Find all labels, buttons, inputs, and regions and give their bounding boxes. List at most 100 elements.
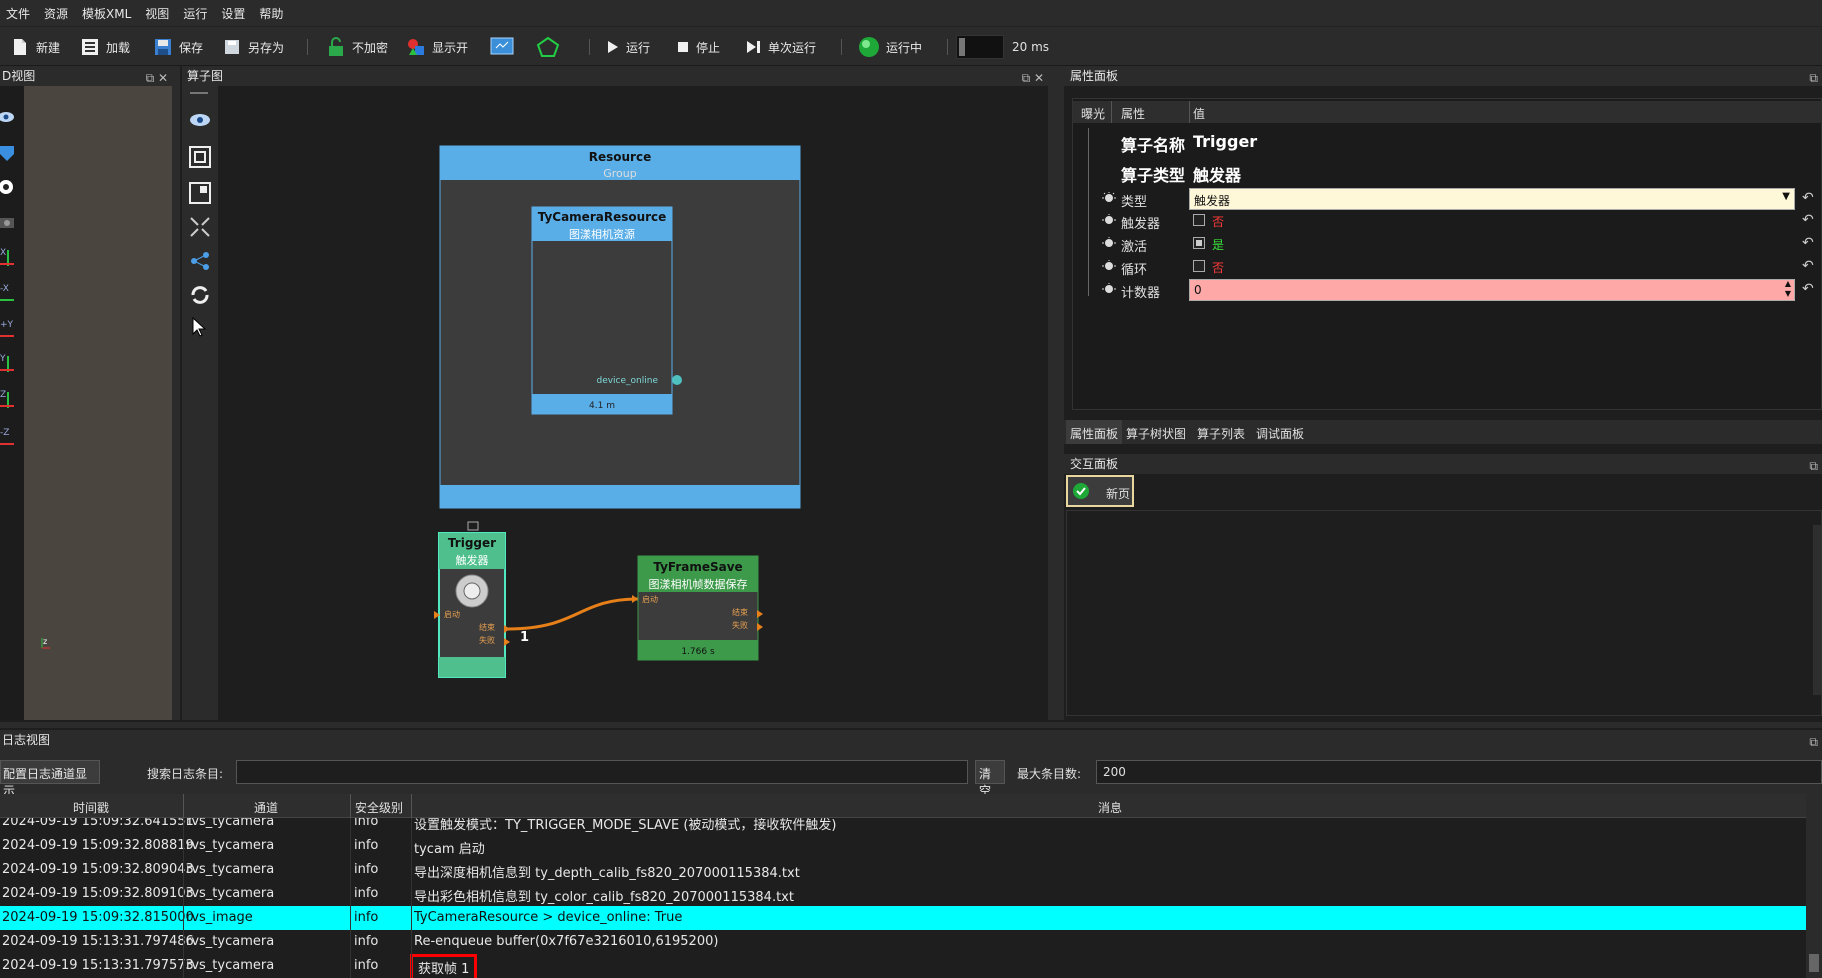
menu-template-xml[interactable]: 模板XML xyxy=(76,5,139,22)
polygon-button[interactable] xyxy=(536,35,560,59)
trigger-done-port[interactable] xyxy=(504,625,510,633)
trigger-fail-port[interactable] xyxy=(504,638,510,646)
pointer-icon[interactable] xyxy=(191,316,207,338)
reset-icon[interactable]: ↶ xyxy=(1802,190,1814,206)
dock-float-close-icon[interactable]: ⧉ ✕ xyxy=(146,68,168,88)
axis-minus-x-icon[interactable]: -X xyxy=(0,282,18,304)
refresh-icon[interactable] xyxy=(189,284,211,306)
new-button[interactable]: 新建 xyxy=(10,35,60,59)
tab-debug-panel[interactable]: 调试面板 xyxy=(1256,425,1304,442)
eye-icon[interactable] xyxy=(189,112,211,128)
trigger-checkbox[interactable] xyxy=(1193,214,1205,226)
chevron-down-icon[interactable]: ▼ xyxy=(1782,191,1790,202)
log-row[interactable]: 2024-09-19 15:09:32.808819 rvs_tycamera … xyxy=(0,834,1806,858)
col-message[interactable]: 消息 xyxy=(1098,799,1122,816)
type-select[interactable]: 触发器 ▼ xyxy=(1189,188,1795,210)
log-row-selected[interactable]: 2024-09-19 15:09:32.815000 rvs_image inf… xyxy=(0,906,1806,930)
axis-plus-y-icon[interactable]: +Y xyxy=(0,318,18,340)
running-status[interactable]: 运行中 xyxy=(858,35,922,59)
dock-float-close-icon[interactable]: ⧉ ✕ xyxy=(1022,68,1044,88)
search-input[interactable] xyxy=(236,760,968,784)
operator-graph-canvas[interactable]: Resource Group TyCameraResource 图漾相机资源 d… xyxy=(218,90,1048,720)
framesave-input-port[interactable] xyxy=(632,595,638,603)
target-icon[interactable] xyxy=(0,179,16,195)
single-run-button[interactable]: 单次运行 xyxy=(746,35,816,59)
save-as-button[interactable]: 另存为 xyxy=(222,35,284,59)
display-button[interactable] xyxy=(490,35,514,59)
tab-operator-tree[interactable]: 算子树状图 xyxy=(1126,425,1186,442)
reset-icon[interactable]: ↶ xyxy=(1802,235,1814,251)
menu-resource[interactable]: 资源 xyxy=(38,5,76,22)
trigger-node[interactable]: Trigger 触发器 启动 结束 失败 xyxy=(434,521,510,678)
log-row[interactable]: 2024-09-19 15:09:32.641551 rvs_tycamera … xyxy=(0,818,1806,834)
expose-bulb-icon[interactable] xyxy=(1102,237,1116,251)
expose-bulb-icon[interactable] xyxy=(1102,260,1116,274)
view3d-canvas[interactable]: z xyxy=(24,86,172,720)
fit-view-icon[interactable] xyxy=(189,146,211,168)
panel-splitter[interactable] xyxy=(172,66,180,720)
axis-minus-z-icon[interactable]: -Z xyxy=(0,426,18,448)
axis-plus-x-icon[interactable]: X xyxy=(0,246,18,268)
log-scrollbar[interactable] xyxy=(1806,794,1822,978)
menu-help[interactable]: 帮助 xyxy=(253,5,291,22)
load-button[interactable]: 加载 xyxy=(80,35,130,59)
col-level[interactable]: 安全级别 xyxy=(355,799,403,816)
collapse-icon[interactable] xyxy=(189,216,211,238)
comment-icon[interactable] xyxy=(467,521,479,531)
log-row[interactable]: 2024-09-19 15:09:32.809043 rvs_tycamera … xyxy=(0,858,1806,882)
tab-property-panel[interactable]: 属性面板 xyxy=(1066,420,1123,444)
expose-bulb-icon[interactable] xyxy=(1102,283,1116,297)
run-button[interactable]: 运行 xyxy=(606,35,650,59)
reset-icon[interactable]: ↶ xyxy=(1802,258,1814,274)
active-checkbox[interactable] xyxy=(1193,237,1205,249)
new-page-tab[interactable]: 新页 xyxy=(1066,475,1134,507)
dock-float-icon[interactable]: ⧉ xyxy=(1809,456,1818,476)
reset-icon[interactable]: ↶ xyxy=(1802,212,1814,228)
clear-button[interactable]: 清空 xyxy=(975,760,1005,798)
show-open-button[interactable]: 显示开 xyxy=(406,35,468,59)
col-channel[interactable]: 通道 xyxy=(254,799,278,816)
tab-operator-list[interactable]: 算子列表 xyxy=(1197,425,1245,442)
counter-spinbox[interactable]: 0 ▲ ▼ xyxy=(1189,279,1795,301)
scrollbar[interactable] xyxy=(1813,525,1821,695)
axis-minus-y-icon[interactable]: Y xyxy=(0,352,18,374)
scrollbar-thumb[interactable] xyxy=(1809,954,1819,972)
framesave-done-port[interactable] xyxy=(757,610,763,618)
axis-plus-z-icon[interactable]: Z xyxy=(0,388,18,410)
eye-icon[interactable] xyxy=(0,110,18,124)
panel-splitter[interactable] xyxy=(1048,66,1064,720)
camera-icon[interactable] xyxy=(0,214,16,230)
port-device-online[interactable] xyxy=(672,375,682,385)
max-entries-input[interactable]: 200 xyxy=(1096,760,1822,784)
menu-settings[interactable]: 设置 xyxy=(215,5,253,22)
interval-slider[interactable] xyxy=(956,35,1004,59)
dock-float-icon[interactable]: ⧉ xyxy=(1809,68,1818,88)
unencrypt-button[interactable]: 不加密 xyxy=(326,35,388,59)
menu-file[interactable]: 文件 xyxy=(0,5,38,22)
reset-icon[interactable]: ↶ xyxy=(1802,281,1814,297)
config-log-channels-button[interactable]: 配置日志通道显示 xyxy=(0,760,100,798)
connect-icon[interactable] xyxy=(189,250,211,272)
expose-bulb-icon[interactable] xyxy=(1102,214,1116,228)
dock-float-icon[interactable]: ⧉ xyxy=(1809,732,1818,752)
framesave-node[interactable]: TyFrameSave 图漾相机帧数据保存 启动 结束 失败 1.766 s xyxy=(632,555,763,661)
loop-checkbox[interactable] xyxy=(1193,260,1205,272)
slider-handle[interactable] xyxy=(959,38,965,56)
panel-splitter[interactable] xyxy=(0,722,1822,728)
log-row[interactable]: 2024-09-19 15:13:31.797573 rvs_tycamera … xyxy=(0,954,1806,978)
connection-wire[interactable] xyxy=(507,597,639,631)
shield-icon[interactable] xyxy=(0,144,16,162)
stop-button[interactable]: 停止 xyxy=(676,35,720,59)
col-timestamp[interactable]: 时间戳 xyxy=(73,799,109,816)
log-row[interactable]: 2024-09-19 15:09:32.809103 rvs_tycamera … xyxy=(0,882,1806,906)
save-button[interactable]: 保存 xyxy=(153,35,203,59)
log-row[interactable]: 2024-09-19 15:13:31.797486 rvs_tycamera … xyxy=(0,930,1806,954)
menu-run[interactable]: 运行 xyxy=(177,5,215,22)
menu-view[interactable]: 视图 xyxy=(139,5,177,22)
expose-bulb-icon[interactable] xyxy=(1102,192,1116,206)
zoom-region-icon[interactable] xyxy=(189,182,211,204)
spin-arrows-icon[interactable]: ▲ ▼ xyxy=(1785,279,1791,299)
interaction-area[interactable] xyxy=(1066,510,1822,716)
framesave-fail-port[interactable] xyxy=(757,623,763,631)
grip-handle[interactable] xyxy=(190,92,208,94)
